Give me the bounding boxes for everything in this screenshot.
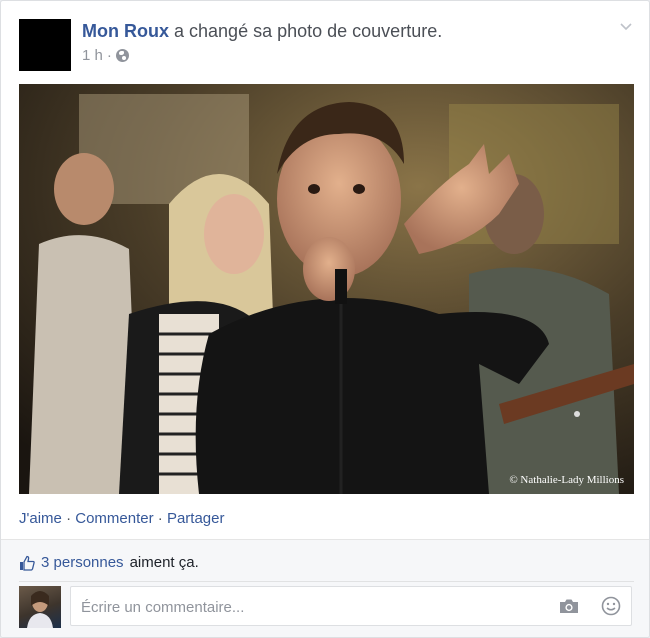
post-action-text: a changé sa photo de couverture. bbox=[174, 21, 443, 41]
commenter-avatar-image bbox=[27, 591, 53, 628]
photo-credit: © Nathalie-Lady Millions bbox=[509, 474, 624, 486]
post-actions: J'aime · Commenter · Partager bbox=[19, 510, 224, 527]
post-footer: 3 personnes aiment ça. bbox=[1, 539, 649, 637]
globe-icon[interactable] bbox=[115, 49, 129, 62]
comment-input[interactable] bbox=[79, 587, 543, 627]
author-name[interactable]: Mon Roux bbox=[82, 21, 169, 41]
thumbs-up-icon bbox=[20, 555, 35, 571]
camera-icon[interactable] bbox=[559, 598, 579, 614]
footer-divider bbox=[19, 581, 634, 582]
share-link[interactable]: Partager bbox=[167, 510, 225, 527]
author-avatar[interactable] bbox=[19, 19, 71, 71]
post-card: Mon Roux a changé sa photo de couverture… bbox=[0, 0, 650, 638]
chevron-down-icon[interactable] bbox=[619, 19, 633, 33]
cover-photo-image bbox=[19, 84, 634, 494]
likes-text: aiment ça. bbox=[129, 554, 199, 571]
comment-box bbox=[70, 586, 632, 627]
post-meta: 1 h · bbox=[82, 47, 129, 64]
likes-count-link[interactable]: 3 personnes bbox=[41, 554, 124, 571]
post-timestamp[interactable]: 1 h bbox=[82, 47, 103, 64]
post-header: Mon Roux a changé sa photo de couverture… bbox=[82, 21, 442, 42]
smiley-icon[interactable] bbox=[601, 596, 621, 616]
cover-photo[interactable]: © Nathalie-Lady Millions bbox=[19, 84, 634, 494]
likes-summary: 3 personnes aiment ça. bbox=[19, 554, 199, 571]
like-link[interactable]: J'aime bbox=[19, 510, 62, 527]
comment-link[interactable]: Commenter bbox=[75, 510, 153, 527]
meta-separator: · bbox=[106, 47, 112, 64]
commenter-avatar[interactable] bbox=[19, 586, 61, 628]
action-separator: · bbox=[66, 510, 72, 527]
action-separator: · bbox=[157, 510, 163, 527]
